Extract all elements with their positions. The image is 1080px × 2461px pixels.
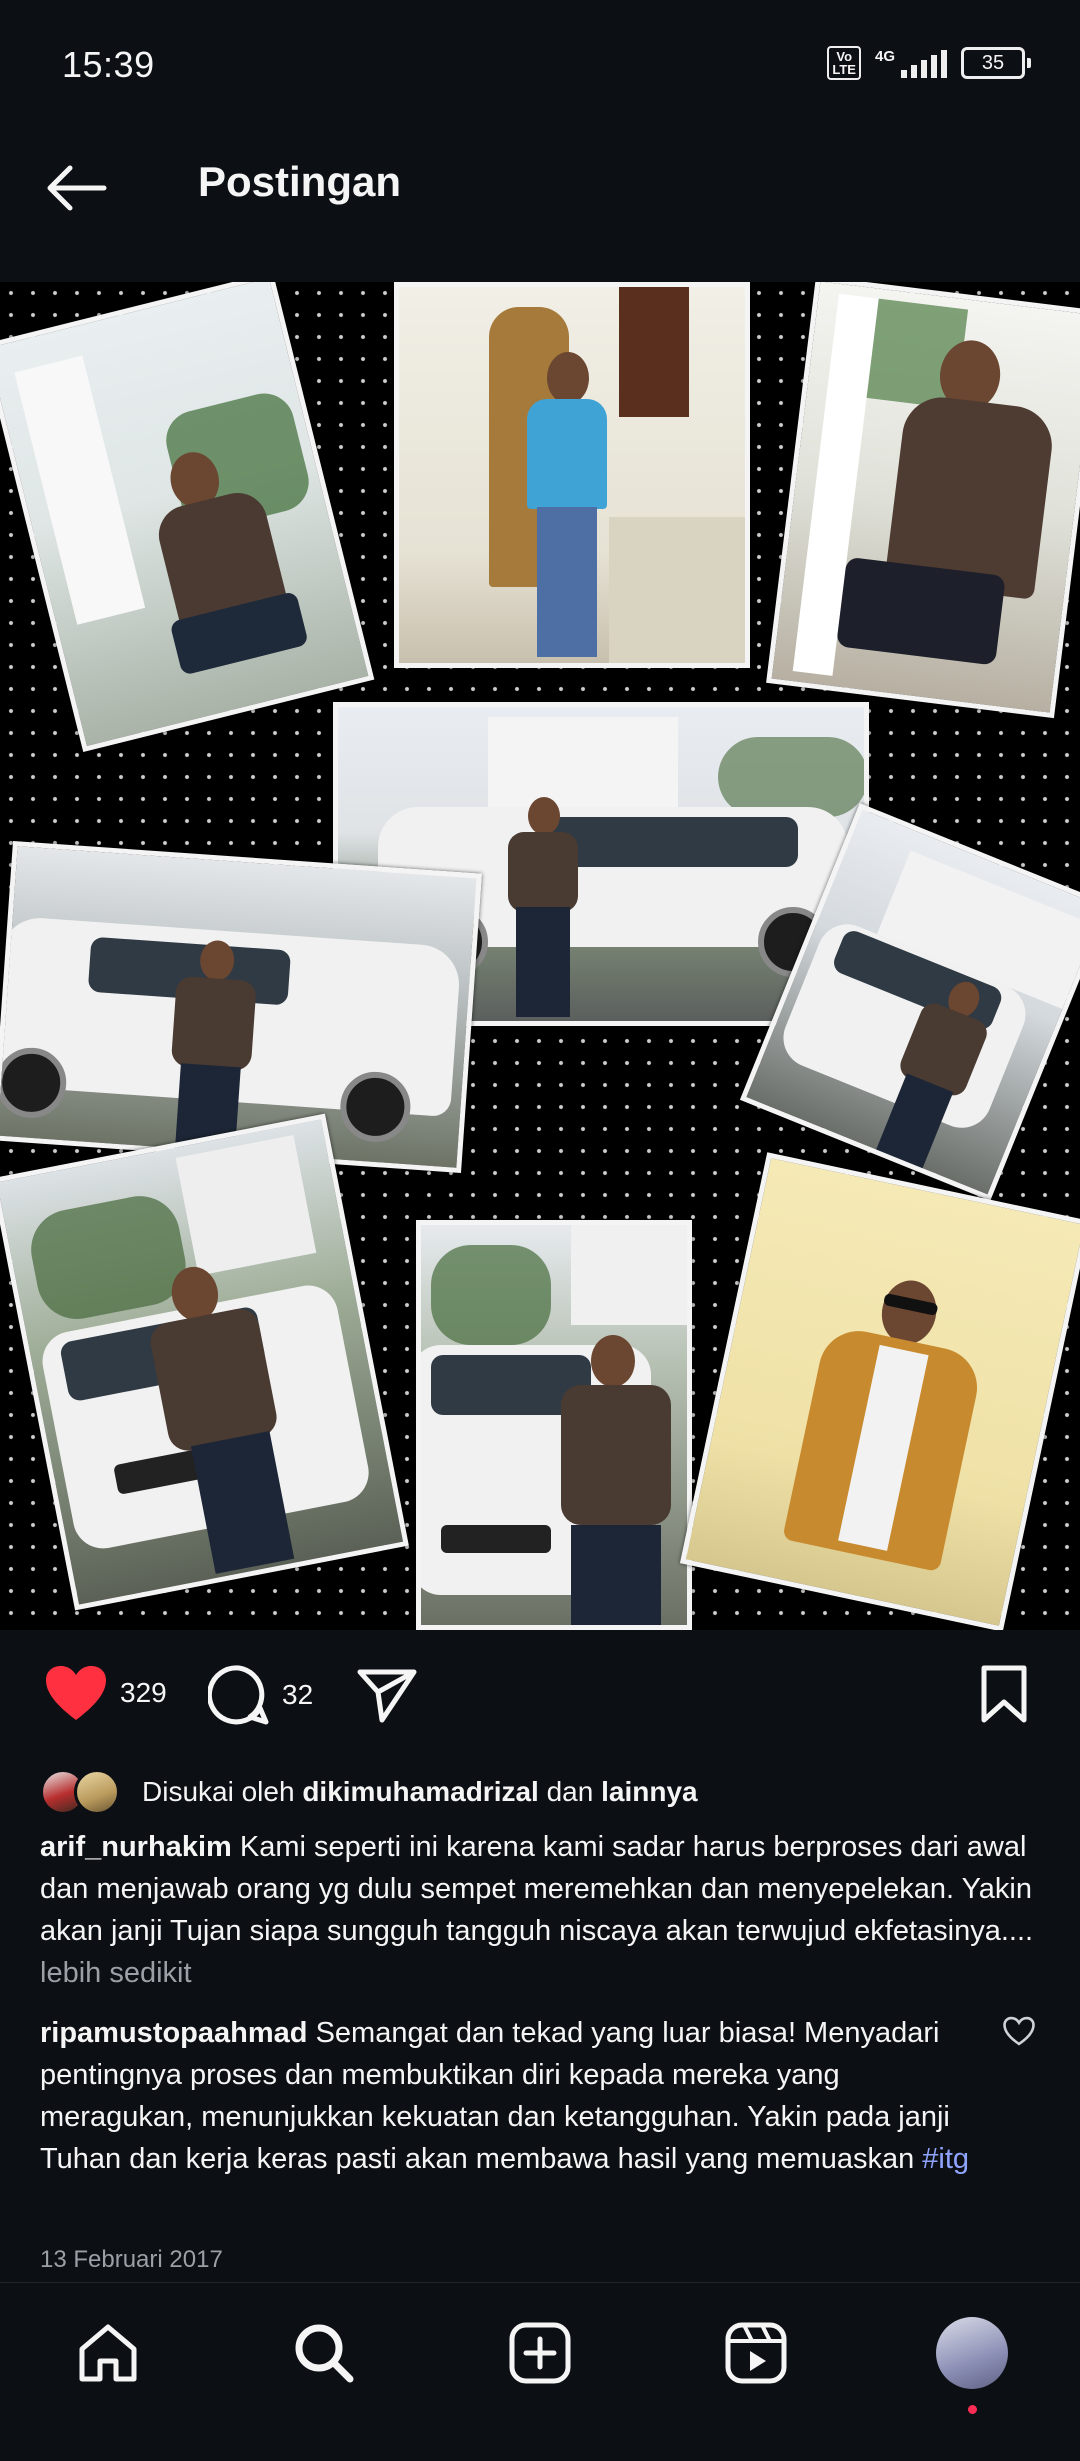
post-caption: arif_nurhakim Kami seperti ini karena ka… — [40, 1826, 1040, 1994]
heart-icon — [46, 1666, 106, 1720]
liked-by-row[interactable]: Disukai oleh dikimuhamadrizal dan lainny… — [40, 1762, 698, 1822]
post-actions: 329 32 — [0, 1640, 1080, 1750]
collage-photo — [0, 840, 482, 1174]
nav-home[interactable] — [68, 2313, 148, 2393]
save-button[interactable] — [976, 1664, 1032, 1724]
collage-photo — [416, 1220, 692, 1630]
likes-count: 329 — [120, 1677, 167, 1708]
comment-icon — [208, 1665, 269, 1725]
post-image[interactable] — [0, 282, 1080, 1630]
comment-button[interactable]: 32 — [208, 1664, 313, 1726]
heart-outline-icon — [1003, 2016, 1035, 2046]
bottom-nav — [0, 2282, 1080, 2461]
nav-reels[interactable] — [716, 2313, 796, 2393]
collage-photo — [679, 1152, 1080, 1630]
nav-profile[interactable] — [932, 2313, 1012, 2414]
comment-username[interactable]: ripamustopaahmad — [40, 2017, 308, 2049]
comment: ripamustopaahmad Semangat dan tekad yang… — [40, 2012, 990, 2180]
notification-dot — [968, 2405, 977, 2414]
top-header: Postingan — [0, 140, 1080, 230]
profile-avatar — [936, 2317, 1008, 2389]
bookmark-icon — [981, 1665, 1027, 1723]
reels-icon — [725, 2322, 787, 2384]
comment-like-button[interactable] — [1002, 2016, 1036, 2051]
status-time: 15:39 — [62, 44, 155, 85]
collage-photo — [394, 282, 750, 668]
comments-count: 32 — [282, 1679, 314, 1710]
hashtag-link[interactable]: #itg — [922, 2143, 969, 2175]
collage-photo — [766, 282, 1080, 719]
status-icons: Vo LTE 4G 35 — [827, 46, 1031, 80]
less-link[interactable]: lebih sedikit — [40, 1957, 192, 1989]
search-icon — [295, 2324, 354, 2383]
arrow-left-icon — [47, 165, 107, 211]
volte-icon: Vo LTE — [827, 46, 861, 80]
create-icon — [509, 2322, 571, 2384]
page-title: Postingan — [198, 158, 402, 205]
liked-by-user[interactable]: dikimuhamadrizal — [302, 1776, 539, 1807]
status-bar: 15:39 Vo LTE 4G 35 — [0, 0, 1080, 130]
signal-icon: 4G — [875, 48, 947, 78]
like-button[interactable]: 329 — [44, 1664, 167, 1722]
back-button[interactable] — [40, 158, 112, 218]
nav-create[interactable] — [500, 2313, 580, 2393]
send-icon — [357, 1669, 417, 1723]
home-icon — [79, 2324, 137, 2382]
battery-icon: 35 — [961, 47, 1031, 79]
liker-avatar — [74, 1769, 120, 1815]
nav-search[interactable] — [284, 2313, 364, 2393]
liked-by-text: Disukai oleh dikimuhamadrizal dan lainny… — [142, 1776, 698, 1807]
collage-photo — [0, 1113, 409, 1611]
share-button[interactable] — [356, 1666, 418, 1724]
post-date: 13 Februari 2017 — [40, 2246, 223, 2273]
collage-photo — [0, 282, 375, 753]
liked-by-others[interactable]: lainnya — [601, 1776, 697, 1807]
caption-username[interactable]: arif_nurhakim — [40, 1831, 232, 1863]
